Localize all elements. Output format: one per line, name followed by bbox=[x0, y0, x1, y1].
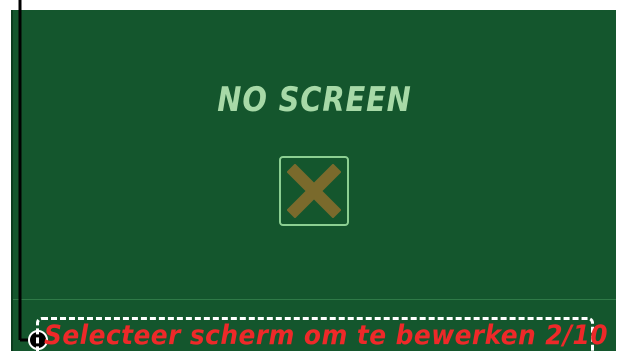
close-icon bbox=[287, 164, 341, 218]
no-screen-title: NO SCREEN bbox=[217, 80, 412, 120]
page: NO SCREEN Selecteer scherm om te bewerke… bbox=[0, 0, 617, 351]
panel-divider bbox=[13, 299, 616, 300]
caption-text: Selecteer scherm om te bewerken 2/10 bbox=[44, 320, 609, 351]
screen-preview-panel[interactable]: NO SCREEN bbox=[11, 10, 616, 351]
no-screen-placeholder bbox=[279, 156, 349, 226]
